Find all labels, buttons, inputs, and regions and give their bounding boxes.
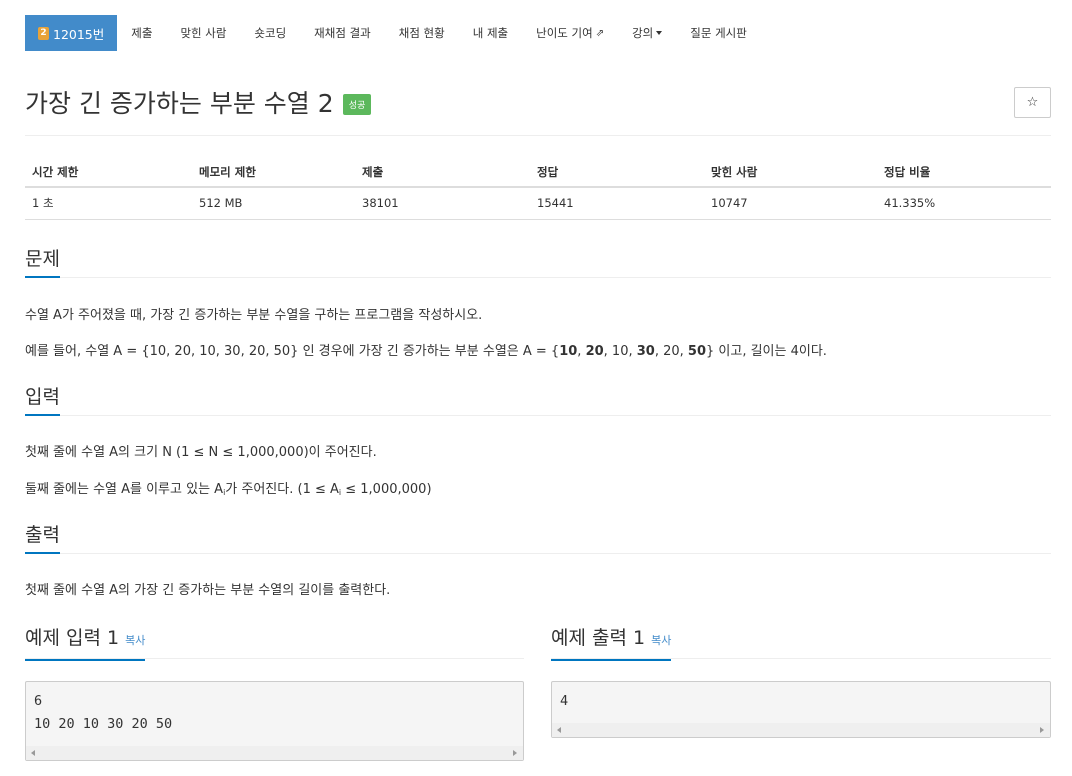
title-row: 가장 긴 증가하는 부분 수열 2 성공 ☆ (25, 86, 1051, 136)
scroll-left-icon[interactable] (557, 727, 561, 733)
input-text-2: 둘째 줄에는 수열 A를 이루고 있는 Ai가 주어진다. (1 ≤ Ai ≤ … (25, 481, 432, 502)
copy-output-link[interactable]: 복사 (651, 634, 671, 647)
separator: , (577, 344, 586, 359)
input-text-1: 첫째 줄에 수열 A의 크기 N (1 ≤ N ≤ 1,000,000)이 주어… (25, 445, 377, 460)
nav-board[interactable]: 질문 게시판 (676, 15, 761, 51)
scroll-left-icon[interactable] (31, 750, 35, 756)
sample-input-line: 10 20 10 30 20 50 (34, 716, 173, 732)
nav-submit-label: 제출 (131, 26, 153, 40)
sample-input-heading-row: 예제 입력 1 복사 (25, 626, 524, 661)
separator: , 20, (654, 344, 688, 359)
nav-board-label: 질문 게시판 (690, 26, 747, 40)
caret-down-icon (656, 31, 663, 35)
page-title: 가장 긴 증가하는 부분 수열 2 (25, 89, 334, 118)
problem-heading: 문제 (25, 248, 60, 278)
nav-status-label: 채점 현황 (398, 26, 445, 40)
sample-input-line: 6 (34, 693, 43, 709)
info-header: 맞힌 사람 (704, 158, 877, 188)
sample-output-heading-row: 예제 출력 1 복사 (551, 626, 1051, 661)
info-value: 512 MB (192, 187, 355, 220)
problem-navbar: 2 12015번 제출 맞힌 사람 숏코딩 재채점 결과 채점 현황 내 제출 … (25, 15, 761, 51)
problem-text-2c: } 이고, 길이는 4이다. (706, 344, 827, 359)
bold-value: 20 (585, 344, 604, 359)
nav-problem-tab[interactable]: 2 12015번 (25, 15, 118, 51)
problem-section-heading: 문제 (25, 248, 1051, 278)
nav-my-submissions-label: 내 제출 (472, 26, 509, 40)
info-header: 시간 제한 (25, 158, 192, 188)
bold-value: 30 (636, 344, 655, 359)
info-header: 정답 비율 (877, 158, 1051, 188)
info-header-row: 시간 제한 메모리 제한 제출 정답 맞힌 사람 정답 비율 (25, 158, 1051, 188)
tier-icon: 2 (38, 26, 49, 40)
problem-info-table: 시간 제한 메모리 제한 제출 정답 맞힌 사람 정답 비율 1 초 512 M… (25, 158, 1051, 220)
info-value[interactable]: 10747 (704, 187, 877, 220)
star-icon: ☆ (1026, 95, 1039, 110)
info-value[interactable]: 38101 (355, 187, 530, 220)
sample-output-line: 4 (560, 693, 569, 709)
info-value: 41.335% (877, 187, 1051, 220)
external-link-icon: ⇗ (595, 27, 605, 39)
scroll-right-icon[interactable] (513, 750, 517, 756)
input-text-2c: ≤ 1,000,000) (341, 482, 432, 497)
bold-value: 50 (687, 344, 706, 359)
sample-input-title: 예제 입력 1 (25, 627, 120, 649)
nav-problem-label: 12015번 (53, 26, 105, 42)
separator: , 10, (603, 344, 637, 359)
input-text-2a: 둘째 줄에는 수열 A를 이루고 있는 A (25, 482, 224, 497)
info-header: 정답 (530, 158, 704, 188)
nav-rejudge[interactable]: 재채점 결과 (300, 15, 385, 51)
output-heading: 출력 (25, 524, 60, 554)
info-value: 1 초 (25, 187, 192, 220)
favorite-button[interactable]: ☆ (1014, 87, 1051, 118)
info-value[interactable]: 15441 (530, 187, 704, 220)
nav-lectures[interactable]: 강의 (618, 15, 676, 51)
nav-my-submissions[interactable]: 내 제출 (459, 15, 522, 51)
problem-text-2: 예를 들어, 수열 A = {10, 20, 10, 30, 20, 50} 인… (25, 343, 827, 361)
output-text-1: 첫째 줄에 수열 A의 가장 긴 증가하는 부분 수열의 길이를 출력한다. (25, 583, 391, 598)
input-heading: 입력 (25, 386, 60, 416)
sample-input-heading: 예제 입력 1 복사 (25, 626, 146, 661)
sample-input-box[interactable]: 6 10 20 10 30 20 50 (25, 681, 524, 761)
bold-value: 10 (559, 344, 578, 359)
sample-output-heading: 예제 출력 1 복사 (551, 626, 672, 661)
nav-solved-users[interactable]: 맞힌 사람 (166, 15, 240, 51)
problem-text-2a: 예를 들어, 수열 A = {10, 20, 10, 30, 20, 50} 인… (25, 344, 560, 359)
info-header: 제출 (355, 158, 530, 188)
nav-short-coding-label: 숏코딩 (254, 26, 287, 40)
copy-input-link[interactable]: 복사 (125, 634, 145, 647)
info-header: 메모리 제한 (192, 158, 355, 188)
input-text-2b: 가 주어진다. (1 ≤ A (225, 482, 339, 497)
sample-output-box[interactable]: 4 (551, 681, 1051, 738)
nav-difficulty-label: 난이도 기여 (536, 26, 593, 40)
problem-text-1: 수열 A가 주어졌을 때, 가장 긴 증가하는 부분 수열을 구하는 프로그램을… (25, 308, 483, 323)
info-value-row: 1 초 512 MB 38101 15441 10747 41.335% (25, 187, 1051, 220)
input-section-heading: 입력 (25, 386, 1051, 416)
scroll-right-icon[interactable] (1040, 727, 1044, 733)
sample-output-title: 예제 출력 1 (551, 627, 646, 649)
nav-rejudge-label: 재채점 결과 (314, 26, 371, 40)
nav-submit[interactable]: 제출 (117, 15, 166, 51)
status-badge: 성공 (342, 94, 372, 115)
nav-lectures-label: 강의 (632, 26, 654, 40)
output-section-heading: 출력 (25, 524, 1051, 554)
nav-difficulty[interactable]: 난이도 기여 ⇗ (522, 15, 618, 51)
horizontal-scrollbar[interactable] (552, 723, 1050, 737)
horizontal-scrollbar[interactable] (26, 746, 523, 760)
nav-short-coding[interactable]: 숏코딩 (240, 15, 300, 51)
nav-status[interactable]: 채점 현황 (385, 15, 459, 51)
nav-solved-users-label: 맞힌 사람 (180, 26, 227, 40)
